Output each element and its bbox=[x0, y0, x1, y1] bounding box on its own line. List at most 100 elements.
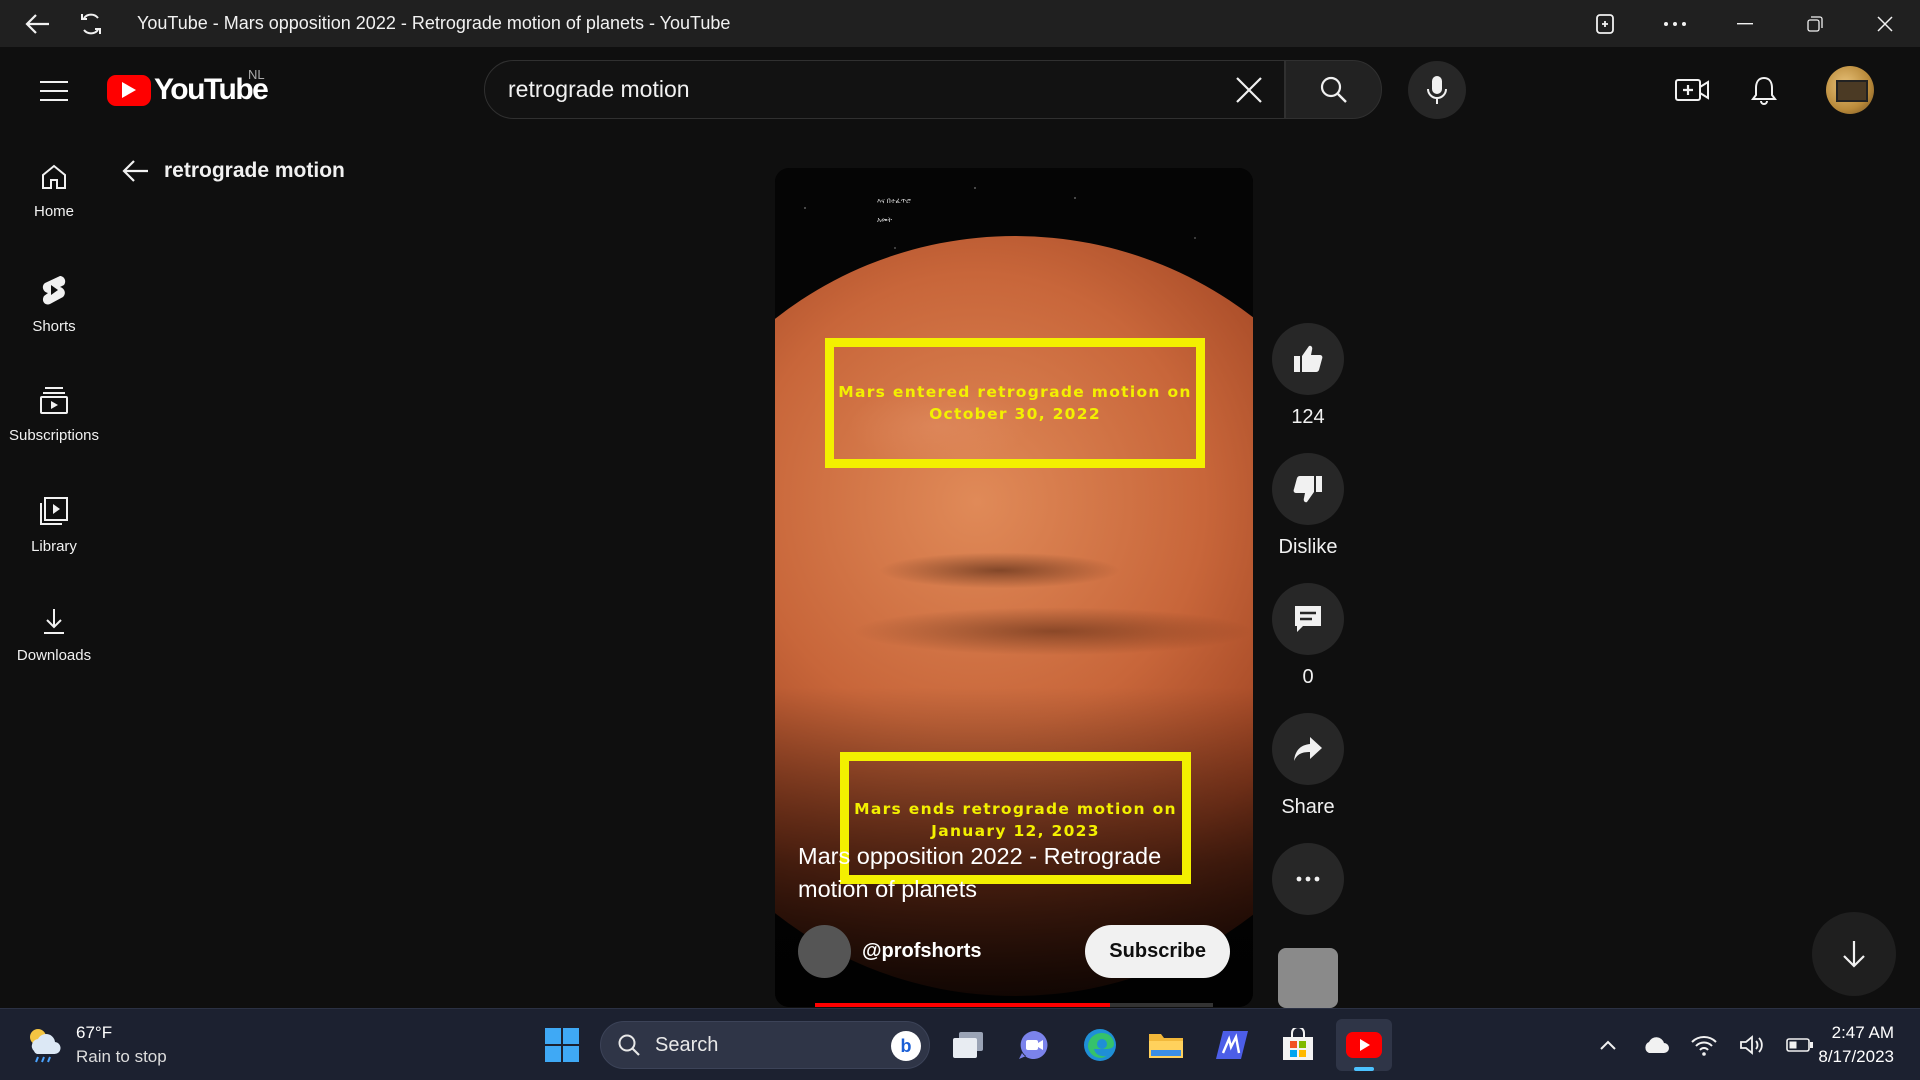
guide-item-label: Subscriptions bbox=[8, 427, 100, 444]
volume-button[interactable] bbox=[1736, 1025, 1768, 1065]
youtube-play-icon bbox=[107, 74, 151, 106]
chevron-up-icon bbox=[1600, 1040, 1616, 1050]
shorts-actions: 124 Dislike 0 Share bbox=[1271, 323, 1345, 939]
guide-item-subscriptions[interactable]: Subscriptions bbox=[0, 353, 108, 464]
notifications-button[interactable] bbox=[1739, 65, 1789, 115]
watermark-line: አመት bbox=[877, 217, 893, 224]
like-button[interactable] bbox=[1272, 323, 1344, 395]
guide-item-shorts[interactable]: Shorts bbox=[0, 242, 108, 353]
windows-taskbar: 67°F Rain to stop Search b 2:47 AM 8/17/… bbox=[0, 1008, 1920, 1080]
onedrive-button[interactable] bbox=[1640, 1025, 1672, 1065]
voice-search-button[interactable] bbox=[1408, 61, 1466, 119]
create-video-icon bbox=[1675, 79, 1709, 101]
weather-widget[interactable]: 67°F Rain to stop bbox=[24, 1021, 167, 1069]
app-install-icon bbox=[1596, 13, 1614, 34]
teams-chat-button[interactable] bbox=[1006, 1019, 1062, 1071]
short-title[interactable]: Mars opposition 2022 - Retrograde motion… bbox=[798, 840, 1208, 906]
guide-menu-button[interactable] bbox=[30, 67, 78, 115]
video-chat-icon bbox=[1019, 1031, 1048, 1059]
arrow-left-icon bbox=[122, 160, 148, 182]
taskbar-search[interactable]: Search b bbox=[600, 1021, 930, 1069]
taskbar-clock[interactable]: 2:47 AM 8/17/2023 bbox=[1790, 1021, 1894, 1069]
clear-search-button[interactable] bbox=[1214, 61, 1284, 118]
youtube-header: YouTube NL bbox=[0, 47, 1920, 131]
start-button[interactable] bbox=[536, 1019, 588, 1071]
back-button[interactable] bbox=[14, 0, 62, 47]
close-window-button[interactable] bbox=[1850, 0, 1920, 47]
show-hidden-icons-button[interactable] bbox=[1592, 1025, 1624, 1065]
account-avatar[interactable] bbox=[1826, 66, 1874, 114]
microsoft-store-button[interactable] bbox=[1270, 1019, 1326, 1071]
search-box bbox=[484, 60, 1285, 119]
comments-action: 0 bbox=[1271, 583, 1345, 689]
dislike-label: Dislike bbox=[1278, 536, 1338, 558]
store-icon bbox=[1283, 1028, 1313, 1060]
wifi-icon bbox=[1691, 1036, 1717, 1056]
taskbar-apps: Search b bbox=[536, 1019, 1392, 1071]
progress-bar[interactable] bbox=[815, 1003, 1213, 1007]
share-action: Share bbox=[1271, 713, 1345, 819]
subscribe-button[interactable]: Subscribe bbox=[1085, 924, 1230, 978]
more-options-button[interactable] bbox=[1640, 0, 1710, 47]
dislike-button[interactable] bbox=[1272, 453, 1344, 525]
youtube-app-button[interactable] bbox=[1336, 1019, 1392, 1071]
guide-item-label: Shorts bbox=[32, 318, 76, 335]
share-icon bbox=[1294, 737, 1322, 761]
back-to-search[interactable]: retrograde motion bbox=[122, 155, 345, 187]
weather-temperature: 67°F bbox=[76, 1023, 113, 1042]
guide-item-label: Library bbox=[31, 538, 77, 555]
file-explorer-button[interactable] bbox=[1138, 1019, 1194, 1071]
download-icon bbox=[44, 609, 64, 634]
watermark-line: እና በተፈጥሮ bbox=[877, 198, 911, 205]
channel-avatar[interactable] bbox=[798, 924, 851, 978]
remote-app-button[interactable] bbox=[1204, 1019, 1260, 1071]
microphone-icon bbox=[1427, 76, 1447, 104]
guide-item-downloads[interactable]: Downloads bbox=[0, 575, 108, 686]
comments-button[interactable] bbox=[1272, 583, 1344, 655]
cloud-icon bbox=[1645, 1037, 1669, 1053]
channel-row: @profshorts Subscribe bbox=[798, 923, 1230, 979]
rain-cloud-icon bbox=[30, 1029, 61, 1063]
windows-logo-icon bbox=[545, 1028, 579, 1062]
refresh-button[interactable] bbox=[67, 0, 115, 47]
search-button[interactable] bbox=[1285, 60, 1382, 119]
youtube-logo[interactable]: YouTube bbox=[107, 73, 269, 107]
guide-item-library[interactable]: Library bbox=[0, 464, 108, 575]
share-button[interactable] bbox=[1272, 713, 1344, 785]
next-short-button[interactable] bbox=[1812, 912, 1896, 996]
annotation-box-start: Mars entered retrograde motion on Octobe… bbox=[825, 338, 1205, 468]
search-input[interactable] bbox=[485, 61, 1214, 118]
thumbs-up-icon bbox=[1294, 345, 1323, 372]
shorts-player[interactable]: እና በተፈጥሮ አመት Mars entered retrograde mot… bbox=[775, 168, 1253, 1007]
app-available-button[interactable] bbox=[1570, 0, 1640, 47]
comment-icon bbox=[1295, 606, 1321, 632]
restore-button[interactable] bbox=[1780, 0, 1850, 47]
create-button[interactable] bbox=[1667, 65, 1717, 115]
channel-name[interactable]: @profshorts bbox=[862, 940, 1085, 963]
folder-icon bbox=[1149, 1034, 1183, 1058]
progress-bar-fill bbox=[815, 1003, 1110, 1007]
shorts-icon bbox=[42, 276, 66, 305]
arrow-left-icon bbox=[25, 13, 49, 34]
close-icon bbox=[1877, 15, 1893, 32]
guide-item-home[interactable]: Home bbox=[0, 131, 108, 242]
dislike-action: Dislike bbox=[1271, 453, 1345, 559]
task-view-button[interactable] bbox=[940, 1019, 996, 1071]
guide-item-label: Downloads bbox=[16, 647, 92, 664]
sound-thumbnail[interactable] bbox=[1278, 948, 1338, 1008]
edge-browser-button[interactable] bbox=[1072, 1019, 1128, 1071]
speaker-icon bbox=[1740, 1035, 1763, 1055]
guide-item-label: Home bbox=[33, 203, 74, 220]
subscriptions-icon bbox=[40, 387, 68, 414]
annotation-end-text: Mars ends retrograde motion on January 1… bbox=[854, 800, 1177, 840]
minimize-icon bbox=[1737, 22, 1753, 24]
network-button[interactable] bbox=[1688, 1025, 1720, 1065]
weather-condition: Rain to stop bbox=[76, 1047, 167, 1066]
more-actions-button[interactable] bbox=[1272, 843, 1344, 915]
minimize-button[interactable] bbox=[1710, 0, 1780, 47]
search-icon bbox=[1320, 76, 1347, 103]
restore-icon bbox=[1807, 15, 1823, 32]
ellipsis-icon bbox=[1296, 876, 1320, 882]
task-view-icon bbox=[953, 1032, 983, 1058]
thumbs-down-icon bbox=[1293, 476, 1322, 503]
